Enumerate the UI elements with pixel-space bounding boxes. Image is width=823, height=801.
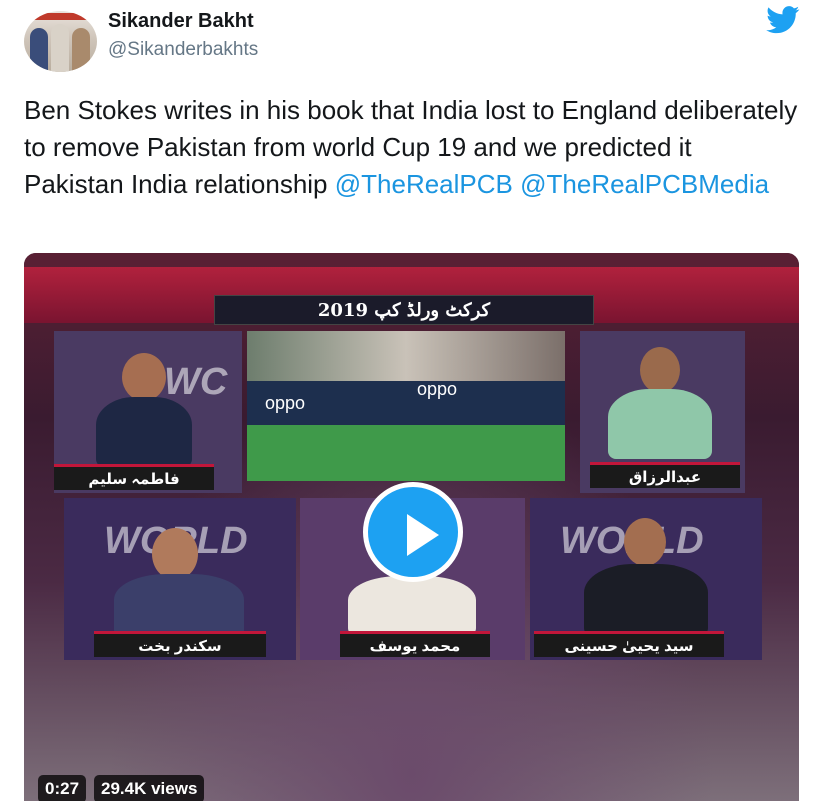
video-panel: WORLD سید یحییٰ حسینی <box>530 498 762 660</box>
mention-link[interactable]: @TheRealPCB <box>335 169 513 199</box>
video-panel: WC فاطمہ سلیم <box>54 331 242 493</box>
caption-bottom-left: سکندر بخت <box>94 631 266 657</box>
mention-link[interactable]: @TheRealPCBMedia <box>520 169 769 199</box>
tweet-header: Sikander Bakht @Sikanderbakhts <box>0 0 823 85</box>
video-panel: oppo oppo <box>247 331 565 481</box>
view-count: 29.4K views <box>94 775 205 801</box>
author-handle[interactable]: @Sikanderbakhts <box>108 39 258 61</box>
caption-top-right: عبدالرزاق <box>590 462 740 488</box>
broadcast-title-bar: کرکٹ ورلڈ کپ 2019 <box>24 267 799 325</box>
video-player[interactable]: کرکٹ ورلڈ کپ 2019 WC فاطمہ سلیم oppo opp… <box>24 253 799 801</box>
caption-top-left: فاطمہ سلیم <box>54 464 214 490</box>
play-button[interactable] <box>363 482 463 582</box>
broadcast-title: کرکٹ ورلڈ کپ 2019 <box>317 300 491 321</box>
caption-bottom-middle: محمد یوسف <box>340 631 490 657</box>
tweet-text: Ben Stokes writes in his book that India… <box>24 92 804 203</box>
play-icon <box>407 514 439 556</box>
twitter-bird-icon[interactable] <box>766 6 800 34</box>
avatar[interactable] <box>24 11 97 72</box>
video-panel: WORLD سکندر بخت <box>64 498 296 660</box>
author-name[interactable]: Sikander Bakht <box>108 10 254 33</box>
caption-bottom-right: سید یحییٰ حسینی <box>534 631 724 657</box>
video-duration: 0:27 <box>38 775 87 801</box>
video-panel: عبدالرزاق <box>580 331 745 493</box>
